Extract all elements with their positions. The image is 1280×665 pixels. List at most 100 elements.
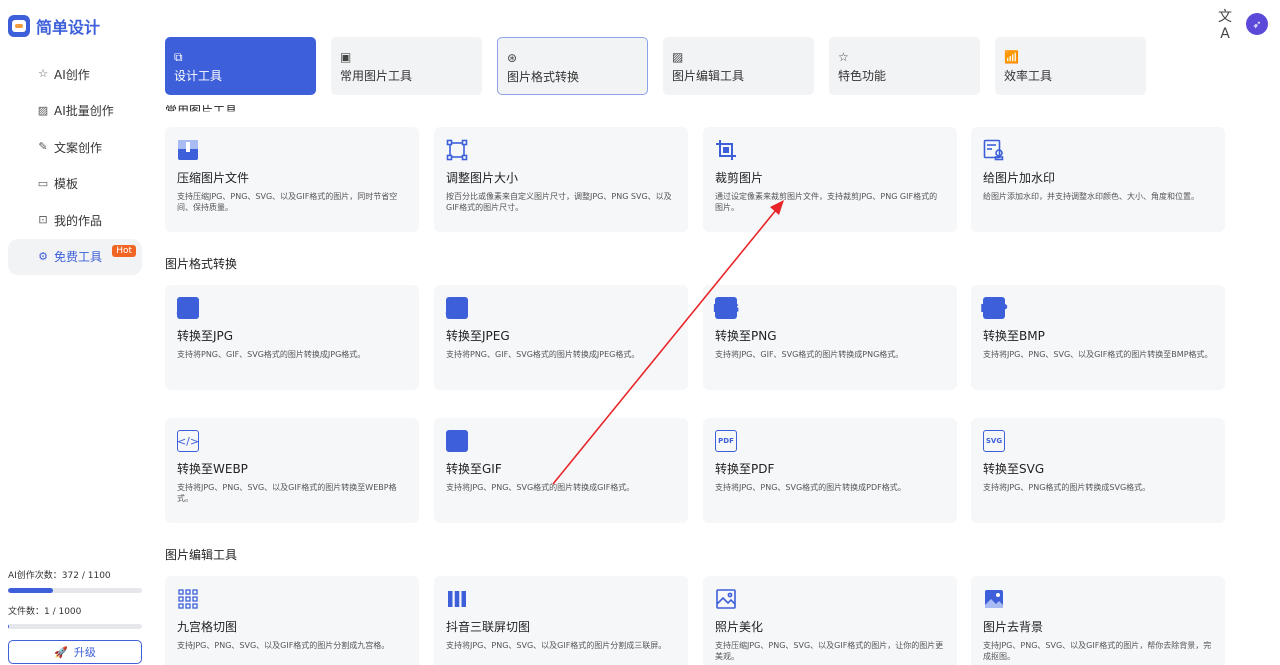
png-file-icon: PNG (713, 297, 739, 319)
tool-card-to-pdf[interactable]: PDF 转换至PDF 支持将JPG、PNG、SVG格式的图片转换成PDF格式。 (703, 418, 957, 523)
gear-icon: ⚙ (38, 249, 48, 263)
tool-card-title: 转换至SVG (983, 462, 1045, 476)
tool-card-desc: 按百分比或像素来自定义图片尺寸，调整JPG、PNG SVG、以及GIF格式的图片… (446, 192, 672, 212)
folder-icon: ⊡ (38, 213, 48, 226)
usage-panel: AI创作次数：372 / 1100 文件数：1 / 1000 🚀 升级 (8, 568, 142, 664)
sidebar-item-copywriting[interactable]: ✎ 文案创作 (8, 129, 142, 165)
tool-card-desc: 支持将PNG、GIF、SVG格式的图片转换成JPEG格式。 (446, 350, 640, 359)
tool-card-desc: 支持将JPG、PNG、SVG、以及GIF格式的图片转换至BMP格式。 (983, 350, 1213, 359)
tool-card-to-bmp[interactable]: BMP 转换至BMP 支持将JPG、PNG、SVG、以及GIF格式的图片转换至B… (971, 285, 1225, 390)
tool-card-desc: 支持将JPG、PNG、SVG格式的图片转换成GIF格式。 (446, 483, 635, 492)
image-edit-icon: ▨ (672, 50, 684, 64)
tab-image-edit-tools[interactable]: ▨ 图片编辑工具 (663, 37, 814, 95)
tool-card-title: 九宫格切图 (177, 620, 238, 634)
tool-card-desc: 支持将PNG、GIF、SVG格式的图片转换成JPG格式。 (177, 350, 366, 359)
edit-icon: ✎ (38, 140, 48, 153)
sidebar-item-label: 模板 (54, 177, 79, 191)
tool-card-title: 调整图片大小 (446, 171, 519, 185)
avatar[interactable]: ➶ (1246, 13, 1268, 35)
jpg-file-icon: JPG (177, 297, 199, 319)
tool-card-desc: 支持JPG、PNG、SVG、以及GIF格式的图片，帮你去除背景，完成抠图。 (983, 641, 1212, 661)
file-usage-text: 文件数：1 / 1000 (8, 607, 82, 617)
sidebar-nav: ☆ AI创作 ▨ AI批量创作 ✎ 文案创作 ▭ 模板 ⊡ 我的作品 ⚙ 免费工… (8, 56, 142, 275)
tool-card-to-png[interactable]: PNG 转换至PNG 支持将JPG、GIF、SVG格式的图片转换成PNG格式。 (703, 285, 957, 390)
tab-label: 图片编辑工具 (672, 69, 745, 83)
sidebar-item-templates[interactable]: ▭ 模板 (8, 166, 142, 202)
hot-badge: Hot (112, 244, 136, 257)
tool-card-to-jpeg[interactable]: JPG 转换至JPEG 支持将PNG、GIF、SVG格式的图片转换成JPEG格式… (434, 285, 688, 390)
tool-card-to-jpg[interactable]: JPG 转换至JPG 支持将PNG、GIF、SVG格式的图片转换成JPG格式。 (165, 285, 419, 390)
brand-logo-icon (8, 15, 30, 37)
tab-design-tools[interactable]: ⧉ 设计工具 (165, 37, 316, 95)
tool-card-title: 压缩图片文件 (177, 171, 250, 185)
top-right-icons: 文A ➶ (1214, 6, 1268, 42)
ai-usage-bar (8, 588, 142, 593)
tab-label: 常用图片工具 (340, 69, 413, 83)
star-icon: ☆ (38, 67, 48, 80)
jpeg-file-icon: JPG (446, 297, 468, 319)
bmp-file-icon: BMP (980, 297, 1008, 319)
tool-card-remove-bg[interactable]: 图片去背景 支持JPG、PNG、SVG、以及GIF格式的图片，帮你去除背景，完成… (971, 576, 1225, 665)
tool-card-desc: 支持将JPG、PNG、SVG格式的图片转换成PDF格式。 (715, 483, 906, 492)
section-title-edit: 图片编辑工具 (165, 548, 238, 562)
brand-name: 简单设计 (36, 18, 101, 37)
image-fill-icon (983, 588, 1005, 610)
image-icon: ▨ (37, 103, 49, 117)
tool-card-resize[interactable]: 调整图片大小 按百分比或像素来自定义图片尺寸，调整JPG、PNG SVG、以及G… (434, 127, 688, 232)
tool-card-to-svg[interactable]: SVG 转换至SVG 支持将JPG、PNG格式的图片转换成SVG格式。 (971, 418, 1225, 523)
sidebar-item-ai-batch[interactable]: ▨ AI批量创作 (8, 93, 142, 129)
watermark-icon (983, 139, 1005, 161)
sidebar-item-label: 文案创作 (54, 140, 103, 155)
tab-efficiency-tools[interactable]: 📶 效率工具 (995, 37, 1146, 95)
tab-featured[interactable]: ☆ 特色功能 (829, 37, 980, 95)
tool-card-desc: 支持压缩JPG、PNG、SVG、以及GIF格式的图片，让你的图片更美观。 (715, 641, 944, 661)
tab-label: 图片格式转换 (507, 70, 580, 84)
tool-card-title: 转换至WEBP (177, 462, 248, 476)
tool-card-watermark[interactable]: 给图片加水印 给图片添加水印，并支持调整水印颜色、大小、角度和位置。 (971, 127, 1225, 232)
tool-card-crop[interactable]: 裁剪图片 通过设定像素来裁剪图片文件，支持裁剪JPG、PNG GIF格式的图片。 (703, 127, 957, 232)
crop-icon (715, 139, 737, 161)
sidebar-item-free-tools[interactable]: ⚙ 免费工具 Hot (8, 238, 142, 275)
gif-file-icon: GIF (446, 430, 468, 452)
tab-format-conversion[interactable]: ⊛ 图片格式转换 (497, 37, 648, 95)
section-title-format: 图片格式转换 (165, 257, 238, 271)
tool-card-beautify[interactable]: 照片美化 支持压缩JPG、PNG、SVG、以及GIF格式的图片，让你的图片更美观… (703, 576, 957, 665)
tool-card-compress[interactable]: 压缩图片文件 支持压缩JPG、PNG、SVG、以及GIF格式的图片，同时节省空间… (165, 127, 419, 232)
sidebar-item-ai-create[interactable]: ☆ AI创作 (8, 56, 142, 92)
tool-card-to-gif[interactable]: GIF 转换至GIF 支持将JPG、PNG、SVG格式的图片转换成GIF格式。 (434, 418, 688, 523)
tool-card-title: 转换至PDF (715, 462, 775, 476)
sidebar-item-label: 免费工具 (54, 250, 103, 264)
rocket-icon: 🚀 (54, 645, 68, 659)
tool-card-desc: 支持将JPG、GIF、SVG格式的图片转换成PNG格式。 (715, 350, 904, 359)
tool-card-desc: 通过设定像素来裁剪图片文件，支持裁剪JPG、PNG GIF格式的图片。 (715, 192, 938, 212)
tab-label: 特色功能 (838, 69, 887, 83)
translate-icon[interactable]: 文A (1214, 6, 1236, 42)
columns-icon (446, 588, 468, 610)
tool-card-desc: 支持将JPG、PNG格式的图片转换成SVG格式。 (983, 483, 1151, 492)
sidebar-item-my-works[interactable]: ⊡ 我的作品 (8, 202, 142, 238)
tab-label: 效率工具 (1004, 69, 1053, 83)
upgrade-button[interactable]: 🚀 升级 (8, 640, 142, 664)
brand[interactable]: 简单设计 (8, 14, 100, 38)
resize-icon (446, 139, 468, 161)
template-icon: ▭ (37, 176, 49, 190)
sidebar-item-label: AI创作 (54, 67, 90, 82)
tool-card-title: 给图片加水印 (983, 171, 1056, 185)
tool-card-desc: 支持压缩JPG、PNG、SVG、以及GIF格式的图片，同时节省空间、保持质量。 (177, 192, 398, 212)
tool-card-desc: 支持将JPG、PNG、SVG、以及GIF格式的图片转换至WEBP格式。 (177, 483, 397, 503)
tool-card-desc: 支持JPG、PNG、SVG、以及GIF格式的图片分割成九宫格。 (177, 641, 390, 650)
sidebar-item-label: 我的作品 (54, 213, 103, 228)
tool-card-triple-split[interactable]: 抖音三联屏切图 支持将JPG、PNG、SVG、以及GIF格式的图片分割成三联屏。 (434, 576, 688, 665)
sidebar-item-label: AI批量创作 (54, 104, 114, 118)
tab-common-image-tools[interactable]: ▣ 常用图片工具 (331, 37, 482, 95)
chart-icon: 📶 (1004, 50, 1019, 64)
design-tools-icon: ⧉ (174, 50, 183, 64)
tool-card-title: 转换至JPG (177, 329, 234, 343)
convert-icon: ⊛ (507, 51, 518, 65)
ai-usage-bar-fill (8, 588, 54, 593)
tool-card-nine-grid[interactable]: 九宫格切图 支持JPG、PNG、SVG、以及GIF格式的图片分割成九宫格。 (165, 576, 419, 665)
tool-card-desc: 给图片添加水印，并支持调整水印颜色、大小、角度和位置。 (983, 192, 1199, 201)
tool-card-to-webp[interactable]: </> 转换至WEBP 支持将JPG、PNG、SVG、以及GIF格式的图片转换至… (165, 418, 419, 523)
tool-card-title: 转换至JPEG (446, 329, 510, 343)
ai-usage-text: AI创作次数：372 / 1100 (8, 571, 111, 581)
